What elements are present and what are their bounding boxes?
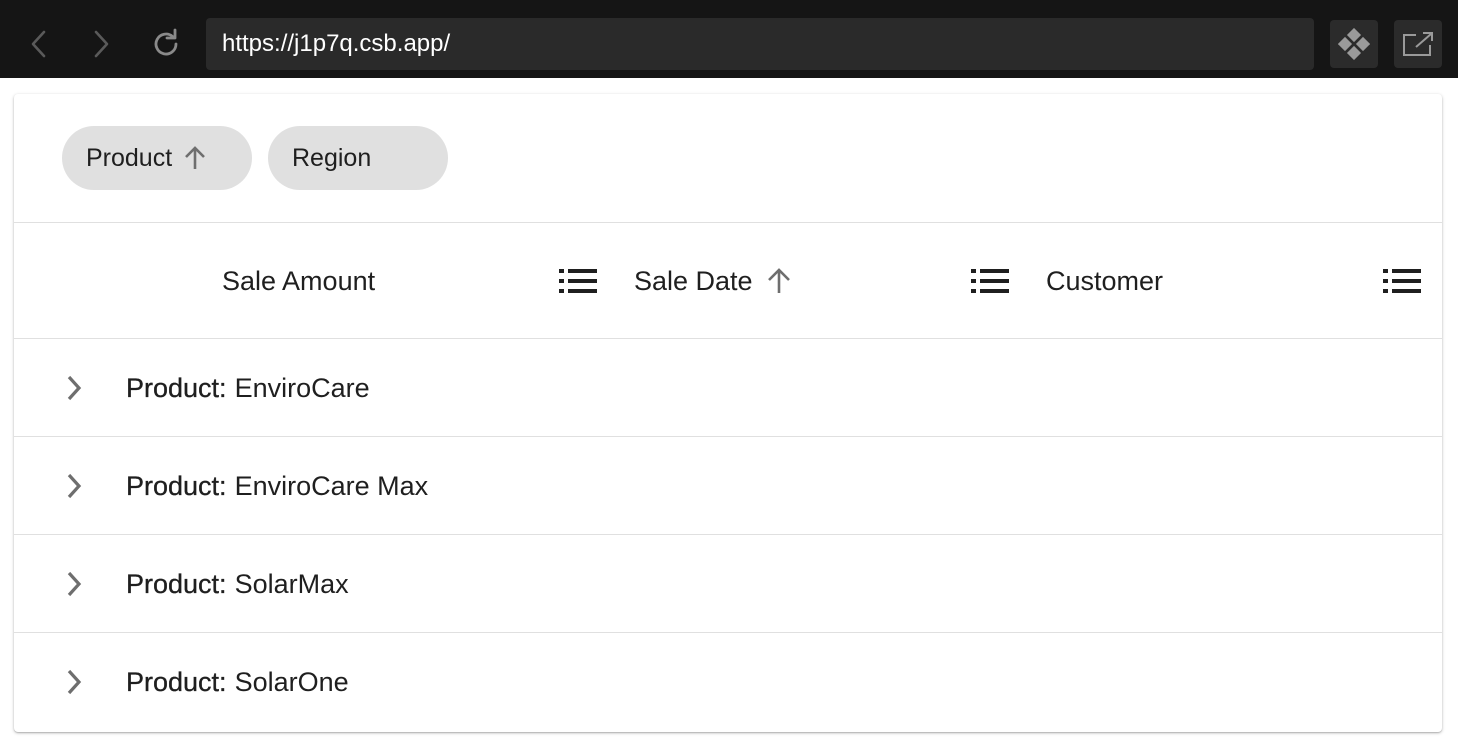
column-menu-icon[interactable] <box>970 268 1010 294</box>
address-bar[interactable]: https://j1p7q.csb.app/ <box>206 18 1314 70</box>
open-new-window-icon <box>1403 32 1433 56</box>
column-label: Sale Amount <box>222 265 376 296</box>
back-button[interactable] <box>22 22 56 66</box>
group-row[interactable]: Product: EnviroCare Max <box>14 437 1442 535</box>
group-value: EnviroCare Max <box>234 470 429 501</box>
reload-icon <box>154 28 178 56</box>
chip-label: Region <box>292 143 372 172</box>
column-header-sale-date[interactable]: Sale Date <box>634 223 793 339</box>
expand-chevron-icon[interactable] <box>54 662 94 702</box>
group-label: Product: SolarOne <box>126 633 349 731</box>
open-in-new-window-button[interactable] <box>1394 20 1442 68</box>
group-value: EnviroCare <box>234 372 370 403</box>
table-header: Sale Amount Sale Date Customer <box>14 223 1442 339</box>
group-key: Product: <box>126 470 227 501</box>
sort-ascending-icon[interactable] <box>765 267 793 295</box>
column-menu-icon[interactable] <box>558 268 598 294</box>
group-value: SolarOne <box>234 666 349 697</box>
group-key: Product: <box>126 372 227 403</box>
group-row[interactable]: Product: SolarOne <box>14 633 1442 732</box>
codesandbox-button[interactable] <box>1330 20 1378 68</box>
grouping-panel: Product Region <box>14 94 1442 223</box>
codesandbox-icon <box>1338 28 1370 60</box>
expand-chevron-icon[interactable] <box>54 564 94 604</box>
chip-label: Product <box>86 143 173 172</box>
group-row[interactable]: Product: EnviroCare <box>14 339 1442 437</box>
column-header-customer[interactable]: Customer <box>1046 223 1163 339</box>
browser-toolbar: https://j1p7q.csb.app/ <box>0 0 1458 78</box>
group-key: Product: <box>126 568 227 599</box>
column-menu-icon[interactable] <box>1382 268 1422 294</box>
chevron-right-icon <box>94 30 109 58</box>
data-grid: Product Region Sale Amount Sale Date Cus… <box>14 94 1442 732</box>
column-label: Sale Date <box>634 265 753 296</box>
column-header-sale-amount[interactable]: Sale Amount <box>222 223 375 339</box>
chevron-left-icon <box>31 30 46 58</box>
group-chip-region[interactable]: Region <box>268 126 448 190</box>
expand-chevron-icon[interactable] <box>54 368 94 408</box>
expand-chevron-icon[interactable] <box>54 466 94 506</box>
group-label: Product: EnviroCare <box>126 339 370 437</box>
arrow-up-icon[interactable] <box>182 145 208 171</box>
group-value: SolarMax <box>234 568 349 599</box>
group-key: Product: <box>126 666 227 697</box>
column-label: Customer <box>1046 265 1164 296</box>
reload-button[interactable] <box>149 22 183 66</box>
group-row[interactable]: Product: SolarMax <box>14 535 1442 633</box>
group-chip-product[interactable]: Product <box>62 126 252 190</box>
group-label: Product: SolarMax <box>126 535 349 633</box>
group-label: Product: EnviroCare Max <box>126 437 428 535</box>
forward-button[interactable] <box>84 22 118 66</box>
